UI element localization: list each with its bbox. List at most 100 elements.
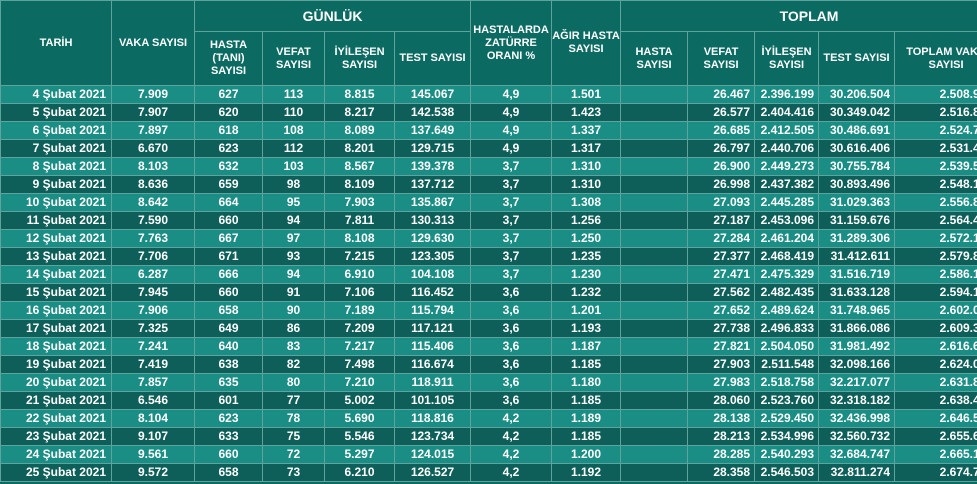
cell-agir-hasta: 1.232 [551, 283, 622, 302]
cell-test-toplam: 31.981.492 [818, 337, 896, 356]
cell-toplam-vaka: 2.616.600 [894, 337, 977, 356]
cell-tarih: 20 Şubat 2021 [0, 373, 112, 392]
cell-tarih: 21 Şubat 2021 [0, 391, 112, 410]
cell-hasta-toplam [620, 211, 689, 230]
cell-hasta-tani: 649 [194, 319, 263, 338]
cell-vefat-gunluk: 72 [262, 445, 325, 464]
cell-vefat-toplam: 27.821 [687, 337, 756, 356]
cell-toplam-vaka: 2.665.194 [894, 445, 977, 464]
cell-hasta-toplam [620, 139, 689, 158]
cell-zaturre-orani: 3,6 [470, 337, 553, 356]
cell-vefat-gunluk: 77 [262, 391, 325, 410]
cell-vaka-sayisi: 7.907 [111, 103, 195, 122]
cell-hasta-tani: 660 [194, 445, 263, 464]
cell-tarih: 12 Şubat 2021 [0, 229, 112, 248]
cell-hasta-tani: 660 [194, 211, 263, 230]
table-row: 25 Şubat 2021 9.572 658 73 6.210 126.527 4,2 1.… [0, 463, 977, 482]
cell-iyilesen-toplam: 2.404.416 [754, 103, 820, 122]
cell-iyilesen-gunluk: 8.089 [324, 121, 395, 140]
cell-iyilesen-toplam: 2.546.503 [754, 463, 820, 482]
cell-iyilesen-gunluk: 8.201 [324, 139, 395, 158]
cell-iyilesen-gunluk: 7.811 [324, 211, 395, 230]
cell-zaturre-orani: 3,7 [470, 247, 553, 266]
cell-agir-hasta: 1.200 [551, 445, 622, 464]
header-tarih: TARİH [0, 0, 112, 86]
cell-hasta-tani: 618 [194, 121, 263, 140]
cell-vefat-toplam: 26.685 [687, 121, 756, 140]
cell-iyilesen-toplam: 2.523.760 [754, 391, 820, 410]
cell-vefat-gunluk: 94 [262, 211, 325, 230]
cell-toplam-vaka: 2.646.526 [894, 409, 977, 428]
cell-vefat-gunluk: 91 [262, 283, 325, 302]
cell-vefat-gunluk: 80 [262, 373, 325, 392]
table-row: 10 Şubat 2021 8.642 664 95 7.903 135.867 3,7 1.… [0, 193, 977, 212]
cell-zaturre-orani: 3,7 [470, 157, 553, 176]
cell-hasta-toplam [620, 445, 689, 464]
table-row: 20 Şubat 2021 7.857 635 80 7.210 118.911 3,6 1.… [0, 373, 977, 392]
cell-iyilesen-toplam: 2.453.096 [754, 211, 820, 230]
cell-vefat-gunluk: 98 [262, 175, 325, 194]
table-row: 8 Şubat 2021 8.103 632 103 8.567 139.378 3,7 1.… [0, 157, 977, 176]
cell-agir-hasta: 1.423 [551, 103, 622, 122]
cell-test-toplam: 32.811.274 [818, 463, 896, 482]
cell-hasta-tani: 633 [194, 427, 263, 446]
cell-vaka-sayisi: 7.945 [111, 283, 195, 302]
cell-vefat-gunluk: 112 [262, 139, 325, 158]
cell-vefat-toplam: 27.652 [687, 301, 756, 320]
cell-vaka-sayisi: 9.107 [111, 427, 195, 446]
cell-vaka-sayisi: 7.325 [111, 319, 195, 338]
cell-vefat-toplam: 27.377 [687, 247, 756, 266]
cell-tarih: 14 Şubat 2021 [0, 265, 112, 284]
cell-vefat-gunluk: 93 [262, 247, 325, 266]
cell-iyilesen-gunluk: 5.546 [324, 427, 395, 446]
cell-iyilesen-gunluk: 7.498 [324, 355, 395, 374]
cell-hasta-tani: 623 [194, 139, 263, 158]
cell-hasta-tani: 666 [194, 265, 263, 284]
cell-iyilesen-toplam: 2.449.273 [754, 157, 820, 176]
cell-iyilesen-toplam: 2.496.833 [754, 319, 820, 338]
cell-vefat-toplam: 27.903 [687, 355, 756, 374]
cell-hasta-tani: 667 [194, 229, 263, 248]
cell-test-toplam: 32.436.998 [818, 409, 896, 428]
cell-test-toplam: 30.616.406 [818, 139, 896, 158]
cell-toplam-vaka: 2.609.359 [894, 319, 977, 338]
cell-test-toplam: 32.684.747 [818, 445, 896, 464]
cell-vefat-toplam: 27.471 [687, 265, 756, 284]
cell-hasta-tani: 601 [194, 391, 263, 410]
cell-iyilesen-toplam: 2.511.548 [754, 355, 820, 374]
cell-tarih: 19 Şubat 2021 [0, 355, 112, 374]
cell-zaturre-orani: 3,6 [470, 355, 553, 374]
cell-toplam-vaka: 2.524.786 [894, 121, 977, 140]
cell-test-toplam: 30.349.042 [818, 103, 896, 122]
cell-toplam-vaka: 2.586.183 [894, 265, 977, 284]
header-iyilesen-gunluk: İYİLEŞEN SAYISI [324, 31, 395, 86]
cell-iyilesen-gunluk: 6.910 [324, 265, 395, 284]
header-toplam-vaka: TOPLAM VAKA SAYISI [894, 31, 977, 86]
cell-tarih: 16 Şubat 2021 [0, 301, 112, 320]
cell-hasta-toplam [620, 175, 689, 194]
cell-zaturre-orani: 4,9 [470, 139, 553, 158]
cell-vefat-toplam: 26.577 [687, 103, 756, 122]
cell-hasta-tani: 640 [194, 337, 263, 356]
cell-test-toplam: 32.217.077 [818, 373, 896, 392]
cell-iyilesen-toplam: 2.489.624 [754, 301, 820, 320]
cell-iyilesen-gunluk: 5.690 [324, 409, 395, 428]
cell-tarih: 25 Şubat 2021 [0, 463, 112, 482]
cell-hasta-tani: 635 [194, 373, 263, 392]
header-vefat-gunluk: VEFAT SAYISI [262, 31, 325, 86]
cell-test-toplam: 30.486.691 [818, 121, 896, 140]
cell-toplam-vaka: 2.539.559 [894, 157, 977, 176]
cell-vaka-sayisi: 7.590 [111, 211, 195, 230]
cell-agir-hasta: 1.250 [551, 229, 622, 248]
cell-agir-hasta: 1.308 [551, 193, 622, 212]
cell-test-toplam: 32.560.732 [818, 427, 896, 446]
cell-vefat-gunluk: 95 [262, 193, 325, 212]
cell-toplam-vaka: 2.655.633 [894, 427, 977, 446]
cell-agir-hasta: 1.310 [551, 157, 622, 176]
cell-vaka-sayisi: 8.104 [111, 409, 195, 428]
cell-hasta-toplam [620, 337, 689, 356]
cell-vefat-toplam: 28.285 [687, 445, 756, 464]
cell-iyilesen-toplam: 2.540.293 [754, 445, 820, 464]
cell-agir-hasta: 1.310 [551, 175, 622, 194]
cell-iyilesen-toplam: 2.445.285 [754, 193, 820, 212]
